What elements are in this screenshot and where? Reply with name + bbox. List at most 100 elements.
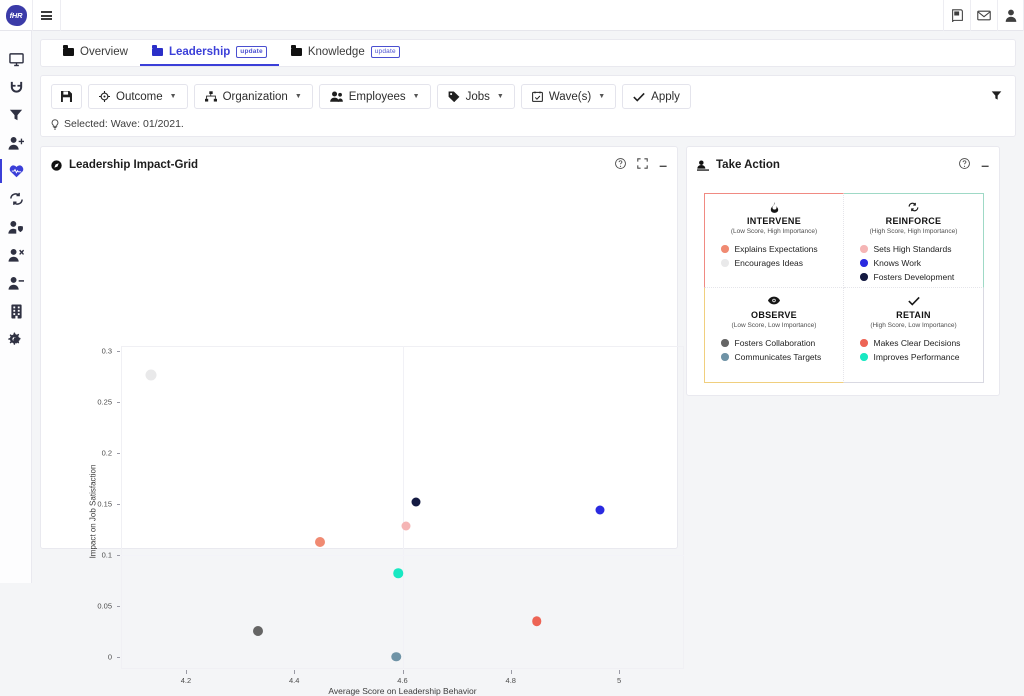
save-button[interactable]	[51, 84, 82, 109]
tab-knowledge[interactable]: Knowledge update	[279, 40, 412, 66]
outcome-label: Outcome	[116, 90, 163, 103]
check-mark-icon	[844, 296, 983, 309]
x-axis-tick-label: 4.6	[397, 676, 408, 685]
legend-dot	[721, 353, 729, 361]
user-icon[interactable]	[997, 0, 1024, 31]
legend-dot	[860, 273, 868, 281]
list-item-label: Makes Clear Decisions	[873, 338, 961, 348]
tab-leadership-label: Leadership	[168, 46, 231, 58]
sidebar-item-user-minus[interactable]	[0, 269, 32, 297]
filter-toolbar: Outcome ▼ Organization ▼ Employees ▼ Job…	[40, 75, 1016, 137]
quadrant-observe-list: Fosters Collaboration Communicates Targe…	[705, 336, 843, 364]
sidebar-item-monitor[interactable]	[0, 45, 32, 73]
list-item-label: Sets High Standards	[873, 244, 952, 254]
sidebar-item-user-times[interactable]	[0, 241, 32, 269]
scatter-point[interactable]	[532, 616, 542, 626]
expand-icon[interactable]	[637, 158, 648, 172]
employees-dropdown[interactable]: Employees ▼	[318, 84, 431, 109]
organization-dropdown[interactable]: Organization ▼	[193, 84, 313, 109]
person-action-icon	[697, 159, 709, 171]
leadership-impact-grid-card: Leadership Impact-Grid – Impact on Job S…	[40, 146, 684, 696]
x-axis-tick-label: 4.4	[289, 676, 300, 685]
quadrant-intervene-title: INTERVENE	[746, 216, 802, 226]
sidebar-item-magnet[interactable]	[0, 73, 32, 101]
folder-icon	[63, 45, 74, 57]
hamburger-menu-button[interactable]	[32, 0, 61, 31]
apply-button[interactable]: Apply	[622, 84, 691, 109]
scatter-point[interactable]	[595, 505, 605, 515]
scatter-point[interactable]	[145, 369, 157, 381]
scatter-point[interactable]	[401, 521, 411, 531]
tab-leadership[interactable]: Leadership update	[139, 40, 279, 66]
list-item[interactable]: Fosters Development	[860, 270, 983, 284]
folder-icon	[290, 45, 302, 57]
sidebar-item-heart[interactable]	[0, 157, 32, 185]
y-axis-tick-mark	[117, 554, 120, 556]
quadrant-divider-horizontal	[121, 554, 684, 556]
help-icon[interactable]	[959, 158, 971, 172]
app-logo[interactable]: fHR	[0, 0, 32, 31]
list-item[interactable]: Encourages Ideas	[721, 256, 843, 270]
legend-dot	[860, 339, 868, 347]
list-item[interactable]: Knows Work	[860, 256, 983, 270]
list-item-label: Improves Performance	[873, 352, 960, 362]
y-axis-tick-mark	[117, 452, 120, 454]
take-action-header: Take Action –	[687, 152, 999, 178]
sidebar-item-user-plus[interactable]	[0, 129, 32, 157]
quadrant-intervene-list: Explains Expectations Encourages Ideas	[705, 242, 843, 270]
outcome-dropdown[interactable]: Outcome ▼	[88, 84, 188, 109]
legend-dot	[860, 245, 868, 253]
tab-overview[interactable]: Overview	[51, 40, 140, 66]
y-axis-tick-label: 0.1	[101, 550, 112, 560]
book-icon[interactable]	[943, 0, 970, 31]
minimize-icon[interactable]: –	[981, 158, 989, 172]
x-axis-tick-label: 4.2	[180, 676, 192, 685]
x-axis-tick-label: 4.8	[505, 676, 516, 685]
list-item[interactable]: Fosters Collaboration	[721, 336, 843, 350]
save-icon	[61, 91, 72, 102]
tab-knowledge-badge: update	[370, 45, 400, 59]
users-icon	[329, 91, 343, 102]
scatter-point[interactable]	[393, 568, 403, 578]
x-axis-tick-mark	[510, 670, 512, 674]
tab-knowledge-label: Knowledge	[307, 46, 365, 58]
sidebar-item-funnel[interactable]	[0, 101, 32, 129]
quadrant-retain-list: Makes Clear Decisions Improves Performan…	[844, 336, 983, 364]
scatter-point[interactable]	[411, 497, 421, 507]
legend-dot	[721, 259, 729, 267]
jobs-dropdown[interactable]: Jobs ▼	[436, 84, 515, 109]
scatter-point[interactable]	[314, 536, 325, 547]
quadrant-reinforce-subtitle: (High Score, High Importance)	[869, 228, 958, 235]
sidebar-item-building[interactable]	[0, 297, 32, 325]
flame-icon	[705, 202, 843, 215]
waves-dropdown[interactable]: Wave(s) ▼	[520, 84, 617, 109]
help-icon[interactable]	[615, 158, 627, 172]
sidebar-item-refresh[interactable]	[0, 185, 32, 213]
hamburger-icon	[41, 10, 52, 20]
legend-dot	[860, 353, 868, 361]
scatter-point[interactable]	[252, 626, 263, 637]
main-content: Overview Leadership update Knowledge upd…	[32, 31, 1024, 696]
sidebar-item-user-shield[interactable]	[0, 213, 32, 241]
list-item[interactable]: Sets High Standards	[860, 242, 983, 256]
scatter-point[interactable]	[391, 652, 401, 662]
list-item[interactable]: Communicates Targets	[721, 350, 843, 364]
sidebar-item-cogs[interactable]	[0, 325, 32, 353]
list-item-label: Explains Expectations	[734, 244, 818, 254]
app-logo-mark: fHR	[5, 4, 27, 26]
y-axis-tick-label: 0.3	[101, 346, 112, 356]
x-axis-tick-mark	[619, 670, 621, 674]
toolbar-filter-button[interactable]	[991, 90, 1002, 104]
list-item[interactable]: Makes Clear Decisions	[860, 336, 983, 350]
lightbulb-icon	[51, 118, 59, 129]
envelope-icon[interactable]	[970, 0, 997, 31]
chevron-down-icon: ▼	[598, 93, 606, 100]
chart-card-header: Leadership Impact-Grid –	[41, 152, 677, 178]
list-item-label: Communicates Targets	[734, 352, 822, 362]
chevron-down-icon: ▼	[294, 93, 302, 100]
minimize-icon[interactable]: –	[659, 158, 667, 172]
y-axis-tick-label: 0.2	[101, 448, 112, 458]
list-item[interactable]: Explains Expectations	[721, 242, 843, 256]
top-bar-actions	[943, 0, 1024, 31]
list-item[interactable]: Improves Performance	[860, 350, 983, 364]
